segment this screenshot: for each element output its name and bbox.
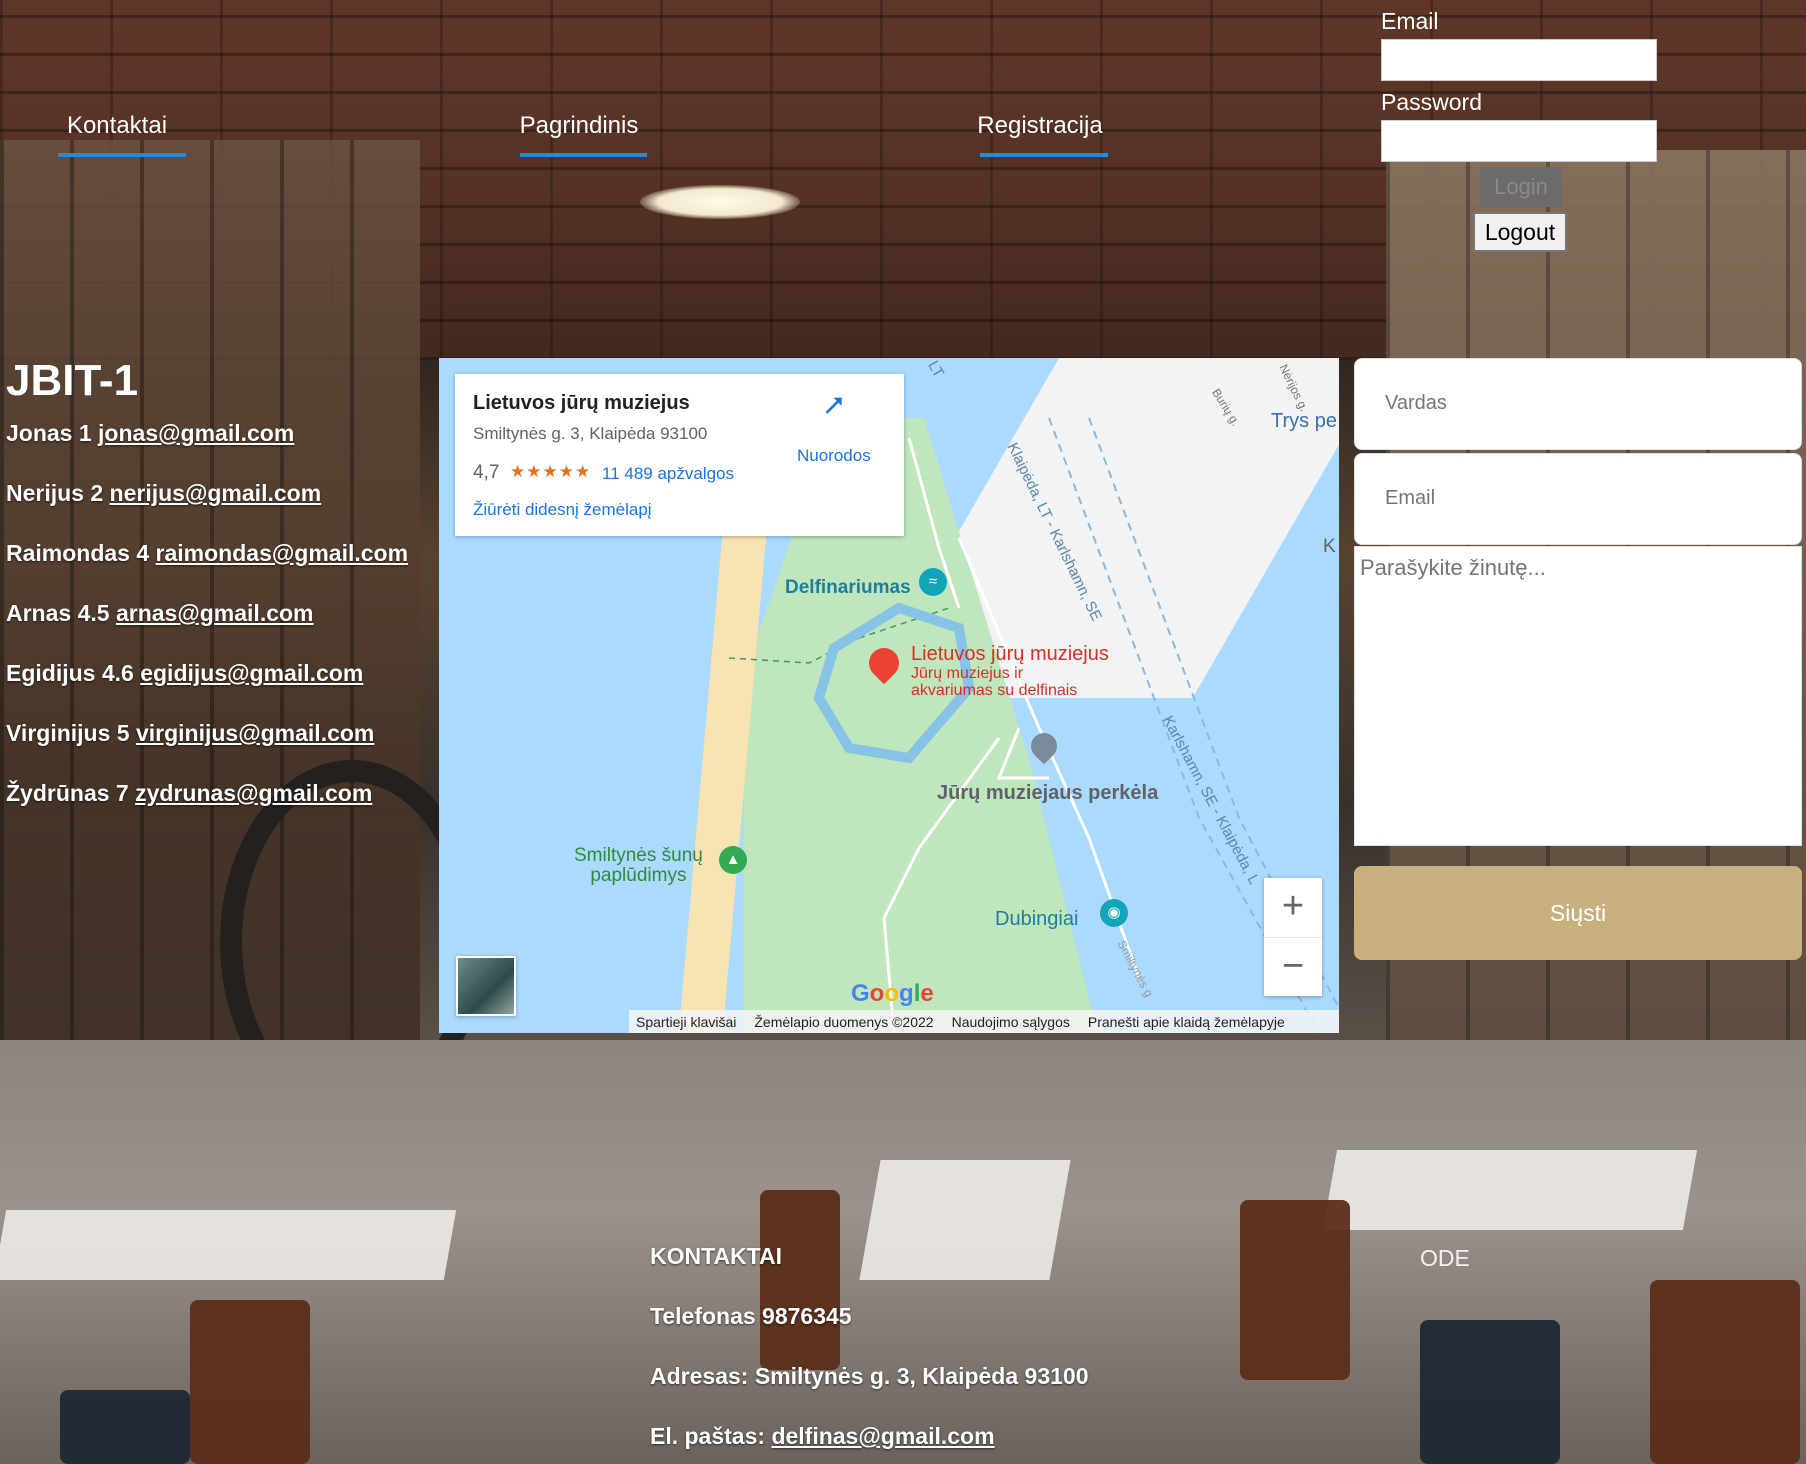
map-label-museum-sub2: akvariumas su delfinais xyxy=(911,682,1078,699)
member-name: Žydrūnas 7 xyxy=(6,780,136,806)
footer-email-link[interactable]: delfinas@gmail.com xyxy=(771,1423,994,1449)
map-label-k: K xyxy=(1323,536,1336,557)
member-email-link[interactable]: virginijus@gmail.com xyxy=(136,720,374,746)
map-label-museum-sub1: Jūrų muziejus ir xyxy=(911,665,1024,682)
map-zoom-control: + − xyxy=(1264,878,1322,996)
footer-title: KONTAKTAI xyxy=(650,1243,783,1269)
team-list: Jonas 1 jonas@gmail.com Nerijus 2 neriju… xyxy=(6,420,408,840)
directions-link[interactable]: Nuorodos xyxy=(797,446,871,466)
nav-kontaktai[interactable]: Kontaktai xyxy=(52,112,182,140)
login-button[interactable]: Login xyxy=(1480,167,1562,207)
map-label-trys: Trys pe xyxy=(1271,410,1337,432)
footer-phone: Telefonas 9876345 xyxy=(650,1303,852,1329)
place-title: Lietuvos jūrų muziejus xyxy=(473,392,690,414)
map-footer-shortcuts[interactable]: Spartieji klavišai xyxy=(636,1014,736,1030)
google-logo: Google xyxy=(851,980,934,1007)
beach-line-2: paplūdimys xyxy=(590,865,687,886)
bg-chair xyxy=(760,1190,840,1370)
nav-pagrindinis-underline xyxy=(520,153,647,157)
satellite-toggle-thumbnail[interactable] xyxy=(456,956,516,1016)
dolphin-poi-icon[interactable]: ≈ xyxy=(919,568,947,596)
map-footer-data: Žemėlapio duomenys ©2022 xyxy=(754,1013,934,1030)
zoom-out-button[interactable]: − xyxy=(1264,938,1322,997)
login-email-input[interactable] xyxy=(1381,39,1657,81)
map-label-delfinariumas: Delfinariumas xyxy=(785,577,911,598)
name-input[interactable]: Vardas xyxy=(1354,358,1802,450)
footer-email: El. paštas: delfinas@gmail.com xyxy=(650,1423,995,1450)
footer-address: Adresas: Smiltynės g. 3, Klaipėda 93100 xyxy=(650,1363,1089,1389)
team-member: Arnas 4.5 arnas@gmail.com xyxy=(6,600,408,660)
login-password-input[interactable] xyxy=(1381,120,1657,162)
map-label-museum: Lietuvos jūrų muziejus xyxy=(911,643,1109,665)
team-member: Nerijus 2 nerijus@gmail.com xyxy=(6,480,408,540)
member-name: Jonas 1 xyxy=(6,420,99,446)
member-email-link[interactable]: nerijus@gmail.com xyxy=(110,480,322,506)
team-member: Raimondas 4 raimondas@gmail.com xyxy=(6,540,408,600)
map-label-beach: Smiltynės šunų paplūdimys xyxy=(574,846,703,886)
map-label-dubingiai: Dubingiai xyxy=(995,908,1079,930)
team-member: Egidijus 4.6 egidijus@gmail.com xyxy=(6,660,408,720)
rating-stars-icon: ★★★★★ xyxy=(510,462,592,481)
directions-icon[interactable]: ⭧ xyxy=(819,392,849,422)
beach-line-1: Smiltynės šunų xyxy=(574,845,703,866)
member-name: Nerijus 2 xyxy=(6,480,110,506)
map-footer: Spartieji klavišai Žemėlapio duomenys ©2… xyxy=(629,1010,1339,1033)
view-bigger-map-link[interactable]: Žiūrėti didesnį žemėlapį xyxy=(473,500,652,520)
nav-kontaktai-underline xyxy=(58,153,186,157)
member-name: Raimondas 4 xyxy=(6,540,156,566)
nav-registracija[interactable]: Registracija xyxy=(966,112,1114,140)
team-title: JBIT-1 xyxy=(6,356,139,405)
email-input[interactable]: Email xyxy=(1354,453,1802,545)
member-email-link[interactable]: jonas@gmail.com xyxy=(98,420,294,446)
team-member: Jonas 1 jonas@gmail.com xyxy=(6,420,408,480)
message-textarea[interactable]: Parašykite žinutę... xyxy=(1354,546,1802,846)
map-footer-report[interactable]: Pranešti apie klaidą žemėlapyje xyxy=(1088,1014,1285,1030)
bg-table xyxy=(1322,1150,1698,1230)
member-email-link[interactable]: raimondas@gmail.com xyxy=(156,540,409,566)
member-email-link[interactable]: arnas@gmail.com xyxy=(116,600,314,626)
map-footer-terms[interactable]: Naudojimo sąlygos xyxy=(952,1014,1070,1030)
bg-lamp xyxy=(640,185,800,219)
member-email-link[interactable]: egidijus@gmail.com xyxy=(140,660,363,686)
bg-table xyxy=(0,1210,457,1280)
park-poi-icon[interactable]: ▲ xyxy=(719,846,747,874)
map-label-perkela: Jūrų muziejaus perkėla xyxy=(937,782,1159,804)
camera-poi-icon[interactable]: ◉ xyxy=(1100,899,1128,927)
member-name: Virginijus 5 xyxy=(6,720,136,746)
nav-registracija-underline xyxy=(980,153,1108,157)
reviews-link[interactable]: 11 489 apžvalgos xyxy=(602,464,734,484)
member-name: Arnas 4.5 xyxy=(6,600,116,626)
footer-email-label: El. paštas: xyxy=(650,1423,772,1449)
map-embed[interactable]: Lietuvos jūrų muziejus Smiltynės g. 3, K… xyxy=(439,358,1339,1033)
logout-button[interactable]: Logout xyxy=(1473,212,1567,252)
nav-pagrindinis[interactable]: Pagrindinis xyxy=(505,112,653,140)
member-email-link[interactable]: zydrunas@gmail.com xyxy=(135,780,372,806)
bg-chair xyxy=(60,1390,190,1464)
team-member: Žydrūnas 7 zydrunas@gmail.com xyxy=(6,780,408,840)
zoom-in-button[interactable]: + xyxy=(1264,878,1322,937)
bg-chair xyxy=(190,1300,310,1464)
email-label: Email xyxy=(1381,8,1439,34)
send-button[interactable]: Siųsti xyxy=(1354,866,1802,960)
place-rating: 4,7 xyxy=(473,462,500,483)
team-member: Virginijus 5 virginijus@gmail.com xyxy=(6,720,408,780)
password-label: Password xyxy=(1381,89,1482,115)
map-infobox: Lietuvos jūrų muziejus Smiltynės g. 3, K… xyxy=(455,374,904,536)
bg-chair xyxy=(1650,1280,1800,1464)
bg-table xyxy=(859,1160,1071,1280)
place-address: Smiltynės g. 3, Klaipėda 93100 xyxy=(473,424,708,443)
bg-chair xyxy=(1240,1200,1350,1380)
member-name: Egidijus 4.6 xyxy=(6,660,141,686)
footer-ode: ODE xyxy=(1420,1245,1470,1271)
bg-chair xyxy=(1420,1320,1560,1464)
